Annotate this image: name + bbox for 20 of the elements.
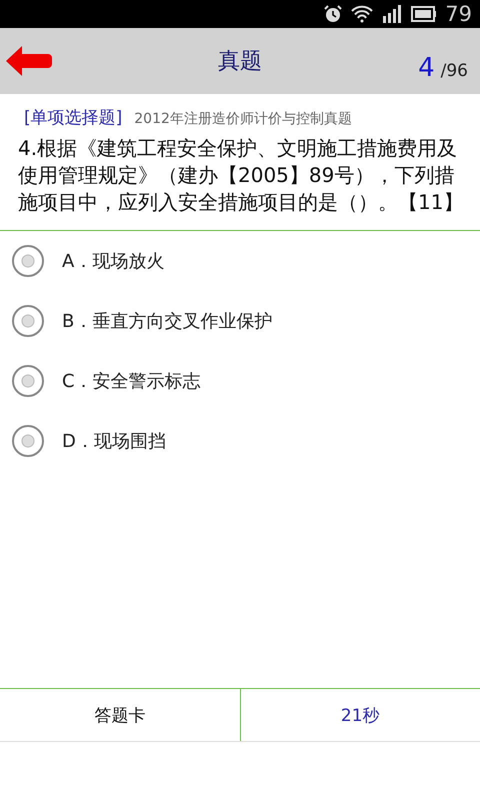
radio-button[interactable] bbox=[12, 245, 44, 277]
option-label[interactable]: A．现场放火 bbox=[62, 249, 164, 273]
wifi-icon bbox=[351, 5, 374, 23]
battery-level: 79 bbox=[445, 2, 472, 26]
total-questions: /96 bbox=[440, 61, 468, 81]
option-label[interactable]: D．现场围挡 bbox=[62, 429, 166, 453]
battery-icon bbox=[411, 6, 438, 22]
signal-icon bbox=[381, 4, 404, 24]
page-title: 真题 bbox=[218, 49, 262, 74]
question-source: 2012年注册造价师计价与控制真题 bbox=[134, 110, 352, 128]
radio-button[interactable] bbox=[12, 365, 44, 397]
question-text: 4.根据《建筑工程安全保护、文明施工措施费用及使用管理规定》（建办【2005】89号），下列措施项目中，应列入安全措施项目的是（）。【11】 bbox=[0, 129, 480, 231]
alarm-icon bbox=[323, 4, 344, 24]
back-arrow-icon[interactable] bbox=[4, 44, 54, 78]
option-label[interactable]: C．安全警示标志 bbox=[62, 369, 201, 393]
radio-button[interactable] bbox=[12, 425, 44, 457]
current-question-number: 4 bbox=[418, 53, 435, 83]
option-label[interactable]: B．垂直方向交叉作业保护 bbox=[62, 309, 272, 333]
radio-button[interactable] bbox=[12, 305, 44, 337]
question-type: [单项选择题] bbox=[24, 107, 122, 129]
